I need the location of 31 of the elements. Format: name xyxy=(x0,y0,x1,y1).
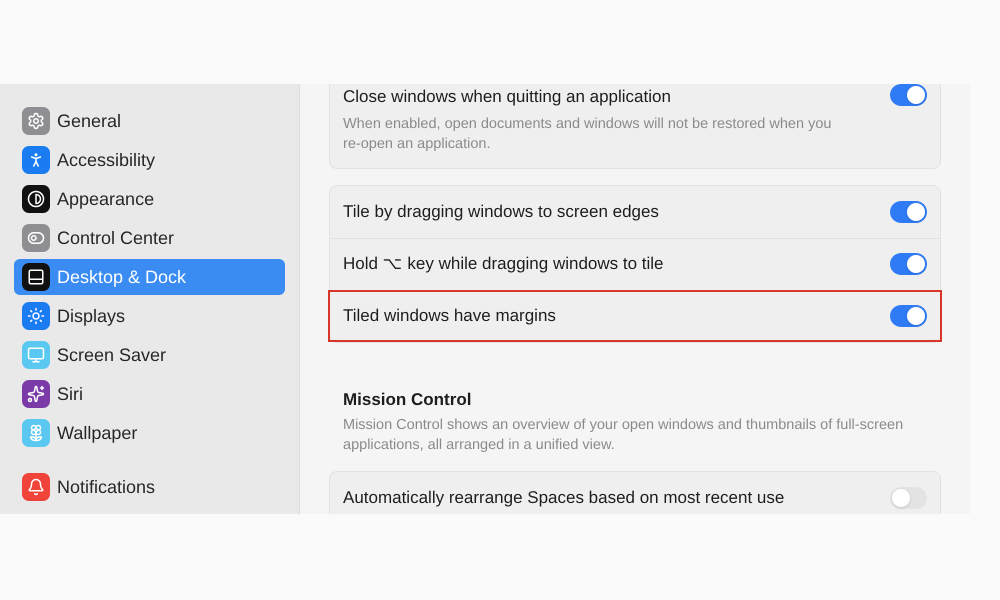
sidebar-item[interactable]: Displays xyxy=(14,298,285,334)
setting-label: Tiled windows have margins xyxy=(343,304,557,327)
toggle-switch[interactable] xyxy=(890,200,927,222)
section-description: Mission Control shows an overview of your open windows and thumbnails of full-screen applications, all arranged in a unified view. xyxy=(343,416,904,455)
section-heading: Mission Control xyxy=(343,388,472,410)
toggle-switch[interactable] xyxy=(890,253,927,275)
setting-label: Tile by dragging windows to screen edges xyxy=(343,200,660,223)
bell-icon xyxy=(22,473,50,501)
setting-description: When enabled, open documents and windows will not be restored when you re-open an application. xyxy=(343,114,832,154)
gear-icon xyxy=(22,107,50,135)
sidebar-item[interactable]: General xyxy=(14,103,285,139)
flower-icon xyxy=(22,419,50,447)
sidebar-item[interactable]: Wallpaper xyxy=(14,415,285,451)
toggle-switch[interactable] xyxy=(890,304,927,326)
sidebar-item[interactable]: Appearance xyxy=(14,181,285,217)
setting-label: Hold ⌥ key while dragging windows to tile xyxy=(343,253,664,276)
toggle-switch[interactable] xyxy=(890,84,927,106)
switches-icon xyxy=(22,224,50,252)
setting-label: Automatically rearrange Spaces based on most recent use xyxy=(343,487,786,510)
sidebar-item[interactable]: Screen Saver xyxy=(14,337,285,373)
sidebar-item[interactable]: Siri xyxy=(14,376,285,412)
setting-label: Close windows when quitting an application xyxy=(343,86,672,108)
sidebar-item[interactable]: Notifications xyxy=(14,469,285,505)
orb-icon xyxy=(22,380,50,408)
screen-icon xyxy=(22,341,50,369)
person-icon xyxy=(22,146,50,174)
sidebar-item[interactable]: Control Center xyxy=(14,220,285,256)
dock-icon xyxy=(22,263,50,291)
sidebar-item[interactable]: Accessibility xyxy=(14,142,285,178)
toggle-switch[interactable] xyxy=(890,487,927,509)
sun-icon xyxy=(22,302,50,330)
